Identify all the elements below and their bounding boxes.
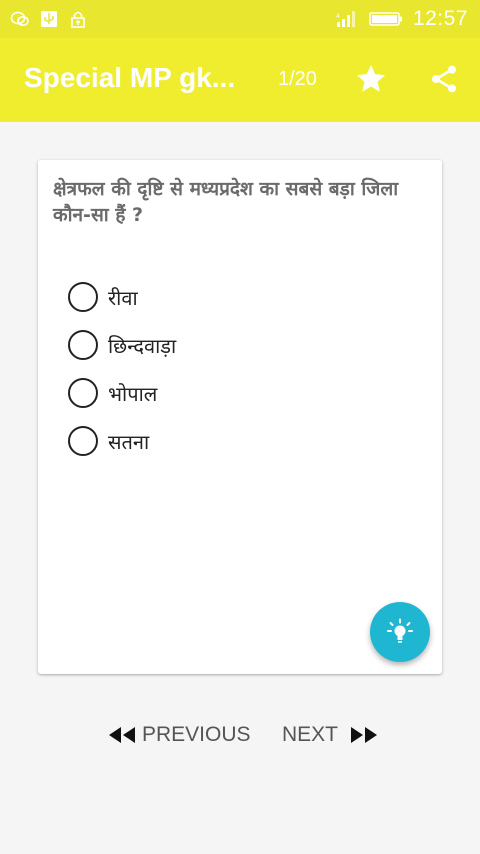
radio-button[interactable] [68,378,98,408]
option-1[interactable]: रीवा [68,273,176,321]
question-card: क्षेत्रफल की दृष्टि से मध्यप्रदेश का सबस… [38,160,442,674]
lightbulb-icon [387,618,413,643]
previous-button[interactable]: PREVIOUS [108,720,251,750]
share-icon[interactable] [428,62,460,96]
option-label: भोपाल [108,381,158,406]
option-label: रीवा [108,285,138,310]
previous-label: PREVIOUS [142,723,251,746]
lock-icon [71,11,85,28]
next-label: NEXT [282,723,339,746]
next-button[interactable]: NEXT [282,720,378,750]
radio-button[interactable] [68,330,98,360]
rewind-icon [109,727,135,743]
status-left-icons [10,10,88,28]
status-bar: 4 12:57 [0,0,480,38]
question-counter: 1/20 [278,68,317,90]
usb-icon [41,11,57,27]
clock: 12:57 [412,7,468,30]
status-right-icons: 4 12:57 [335,7,468,31]
signal-icon: 4 [336,11,355,27]
app-bar: Special MP gk... 1/20 [0,38,480,122]
battery-icon [369,12,402,26]
radio-button[interactable] [68,426,98,456]
wechat-icon [10,11,29,26]
option-3[interactable]: भोपाल [68,369,176,417]
star-icon[interactable] [354,62,388,96]
hint-button[interactable] [370,602,430,662]
option-label: सतना [108,429,150,454]
option-label: छिन्दवाड़ा [108,333,177,358]
app-title: Special MP gk... [24,62,236,93]
fast-forward-icon [351,727,378,743]
options-list: रीवा छिन्दवाड़ा भोपाल सतना [68,273,176,465]
radio-button[interactable] [68,282,98,312]
option-4[interactable]: सतना [68,417,176,465]
option-2[interactable]: छिन्दवाड़ा [68,321,176,369]
question-text: क्षेत्रफल की दृष्टि से मध्यप्रदेश का सबस… [53,178,399,226]
svg-text:4: 4 [336,13,340,20]
